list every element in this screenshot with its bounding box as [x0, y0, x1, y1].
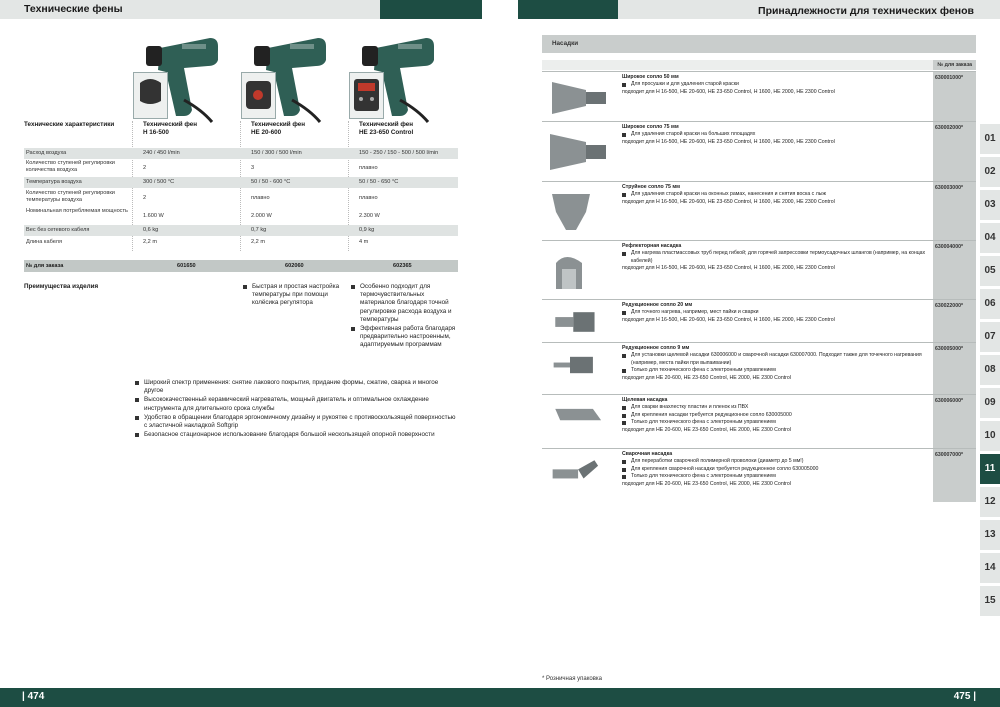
tab-04[interactable]: 04 — [980, 223, 1000, 253]
left-page-title: Технические фены — [24, 3, 123, 15]
spec-row: Номинальная потребляемая мощность 1.600 … — [26, 208, 380, 219]
accessory-row: Рефлекторная насадка Для нагрева пластмас… — [542, 240, 976, 299]
advantages-col3: Особенно подходит для термочувствительны… — [351, 283, 459, 351]
product-name-3: Технический фен HE 23-650 Control — [359, 121, 414, 136]
accessory-row: Редукционное сопло 9 мм Для установки щел… — [542, 342, 976, 394]
order-number-2: 602060 — [285, 263, 304, 269]
accessory-row: Широкое сопло 75 мм Для удаления старой к… — [542, 121, 976, 181]
tab-01[interactable]: 01 — [980, 124, 1000, 154]
wide-nozzle-75-image — [550, 134, 606, 170]
tab-02[interactable]: 02 — [980, 157, 1000, 187]
order-number-3: 602365 — [393, 263, 412, 269]
right-page-title: Принадлежности для технических фенов — [758, 5, 974, 17]
left-page-number: | 474 — [22, 691, 45, 702]
spec-row: Количество ступеней регулировки температ… — [26, 190, 378, 203]
accessory-row: Широкое сопло 50 мм Для просушки и для уд… — [542, 71, 976, 121]
tab-08[interactable]: 08 — [980, 355, 1000, 385]
accessory-row: Сварочная насадка Для переработки сварочн… — [542, 448, 976, 502]
tab-03[interactable]: 03 — [980, 190, 1000, 220]
accessory-row: Струйное сопло 75 мм Для удаления старой … — [542, 181, 976, 240]
tab-09[interactable]: 09 — [980, 388, 1000, 418]
section-bar-attachments: Насадки — [542, 35, 976, 53]
tab-14[interactable]: 14 — [980, 553, 1000, 583]
order-number-row: № для заказа 601650 602060 602365 — [24, 260, 458, 272]
product-name-2: Технический фен HE 20-600 — [251, 121, 306, 136]
specs-header-label: Технические характеристики — [24, 121, 115, 128]
dial-detail-image — [241, 72, 276, 119]
advantages-common: Широкий спектр применения: снятие лаково… — [135, 379, 457, 440]
spec-row: Расход воздуха 240 / 450 l/min 150 / 300… — [24, 148, 458, 159]
spec-row: Температура воздуха 300 / 500 °C 50 / 50… — [24, 177, 458, 188]
spec-row: Вес без сетевого кабеля 0,6 kg 0,7 kg 0,… — [24, 225, 458, 236]
left-header-accent — [380, 0, 482, 19]
accessory-row: Щелевая насадка Для сварки внахлестку пла… — [542, 394, 976, 448]
tab-06[interactable]: 06 — [980, 289, 1000, 319]
jet-nozzle-image — [552, 194, 590, 230]
spec-row: Длина кабеля 2,2 m 2,2 m 4 m — [26, 239, 369, 245]
display-detail-image — [349, 72, 384, 119]
right-header-accent — [518, 0, 618, 19]
reduction-nozzle-20-image — [555, 312, 595, 332]
tab-13[interactable]: 13 — [980, 520, 1000, 550]
tab-07[interactable]: 07 — [980, 322, 1000, 352]
wide-nozzle-50-image — [552, 82, 606, 114]
tab-15[interactable]: 15 — [980, 586, 1000, 616]
footnote: * Розничная упаковка — [542, 676, 603, 682]
order-number-1: 601650 — [177, 263, 196, 269]
stand-detail-image-1 — [133, 72, 168, 119]
welding-nozzle-image — [552, 460, 599, 479]
spec-row: Количество ступеней регулировки количест… — [26, 160, 378, 173]
reduction-nozzle-9-image — [553, 356, 593, 374]
tab-10[interactable]: 10 — [980, 421, 1000, 451]
advantages-label: Преимущества изделия — [24, 283, 99, 290]
reflector-nozzle-image — [556, 257, 582, 289]
advantages-col2: Быстрая и простая настройка температуры … — [243, 283, 343, 309]
footer-bar: | 474 475 | — [0, 688, 1000, 707]
tab-05[interactable]: 05 — [980, 256, 1000, 286]
product-name-1: Технический фен H 16-500 — [143, 121, 198, 136]
right-page-number: 475 | — [953, 691, 976, 702]
order-column-header: № для заказа — [542, 60, 976, 70]
accessory-row: Редукционное сопло 20 мм Для точного нагр… — [542, 299, 976, 342]
slot-nozzle-image — [555, 408, 602, 421]
tab-12[interactable]: 12 — [980, 487, 1000, 517]
tab-11[interactable]: 11 — [980, 454, 1000, 484]
